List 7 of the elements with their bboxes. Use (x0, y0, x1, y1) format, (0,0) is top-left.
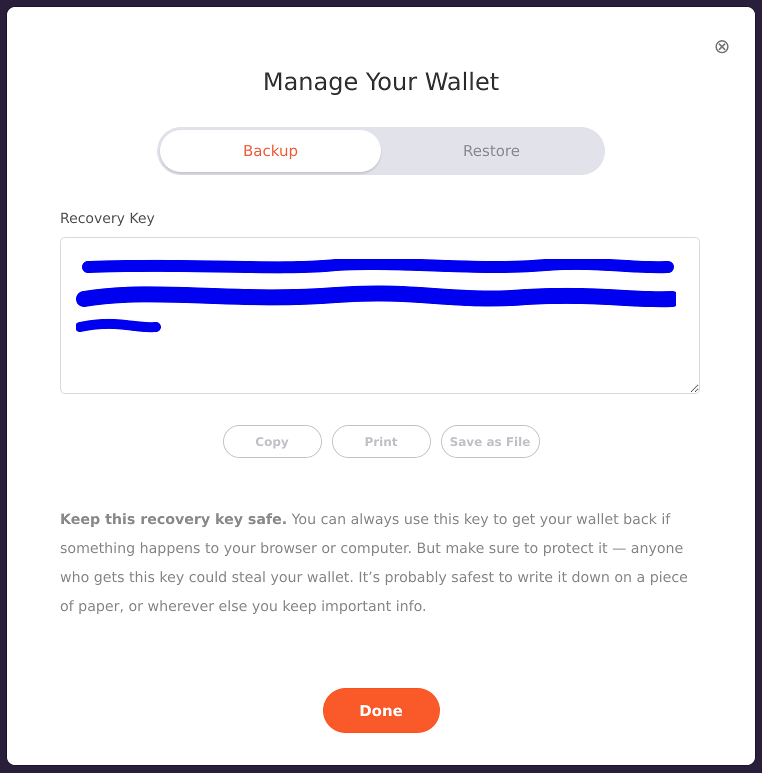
close-icon[interactable]: ⊗ (712, 36, 732, 56)
done-button[interactable]: Done (322, 688, 440, 734)
notice-text: Keep this recovery key safe. You can always use this key to get your wallet back if something happens to your browser or computer. But make sure to protect it — anyone who gets this key could steal your wallet. It’s probably safest to write it down on a piece of paper, or wherever else you keep important info. (60, 511, 689, 618)
dialog-title: Manage Your Wallet (262, 67, 500, 98)
field-label: Recovery Key (60, 211, 156, 228)
tab[interactable]: Restore (381, 130, 602, 172)
tab[interactable]: Backup (160, 130, 381, 172)
